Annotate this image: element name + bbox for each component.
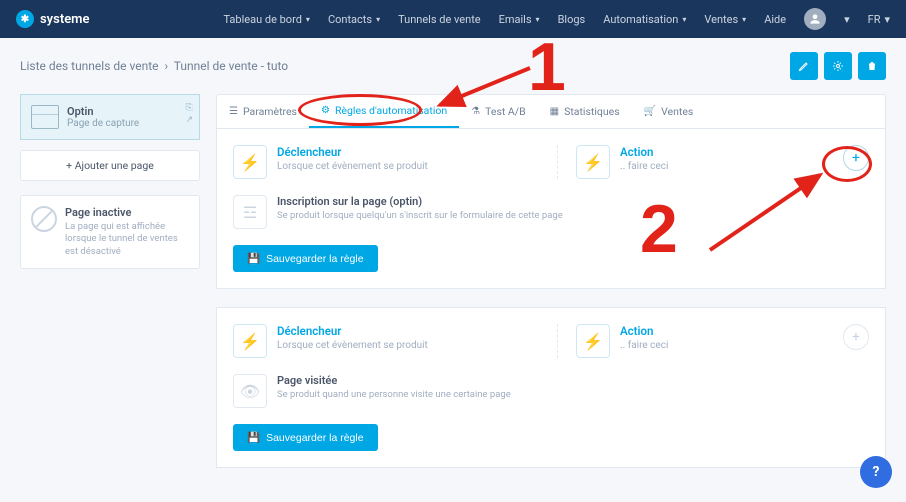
nav-contacts[interactable]: Contacts▾: [328, 13, 380, 26]
event-sub: Se produit quand une personne visite une…: [277, 389, 511, 400]
avatar[interactable]: [804, 8, 826, 30]
tab-sales[interactable]: 🛒Ventes: [632, 95, 706, 128]
action-sub: .. faire ceci: [620, 340, 668, 351]
help-fab[interactable]: ?: [860, 456, 892, 488]
tab-params[interactable]: ☰Paramètres: [217, 95, 309, 128]
add-action-button[interactable]: +: [843, 324, 869, 350]
action-section: ⚡ Action .. faire ceci +: [576, 145, 869, 179]
trigger-section: ⚡ Déclencheur Lorsque cet évènement se p…: [233, 145, 526, 179]
trigger-sub: Lorsque cet évènement se produit: [277, 161, 428, 172]
top-bar: ✱ systeme Tableau de bord▾ Contacts▾ Tun…: [0, 0, 906, 38]
link-icon[interactable]: ⎘: [185, 103, 193, 113]
event-sub: Se produit lorsque quelqu'un s'inscrit s…: [277, 210, 563, 221]
tab-stats[interactable]: ▦Statistiques: [538, 95, 632, 128]
inactive-page-card[interactable]: Page inactive La page qui est affichée l…: [20, 195, 200, 269]
rule-card-2: ⚡ Déclencheur Lorsque cet évènement se p…: [216, 307, 886, 468]
chevron-down-icon: ▾: [884, 13, 890, 26]
tab-test[interactable]: ⚗Test A/B: [459, 95, 537, 128]
action-section: ⚡ Action .. faire ceci +: [576, 324, 869, 358]
nav-sales[interactable]: Ventes▾: [704, 13, 746, 26]
rule-card-1: ⚡ Déclencheur Lorsque cet évènement se p…: [216, 129, 886, 289]
trigger-title: Déclencheur: [277, 145, 428, 159]
eye-icon: 👁: [233, 374, 267, 408]
breadcrumb: Liste des tunnels de vente › Tunnel de v…: [20, 59, 288, 73]
gears-icon: ⚙: [321, 105, 330, 116]
inactive-title: Page inactive: [65, 206, 189, 219]
logo[interactable]: ✱ systeme: [16, 10, 89, 28]
add-page-button[interactable]: + Ajouter une page: [20, 150, 200, 181]
funnel-step-optin[interactable]: Optin Page de capture ⎘ ↗: [20, 94, 200, 140]
edit-button[interactable]: [790, 52, 818, 80]
nav-funnels[interactable]: Tunnels de vente: [398, 13, 481, 26]
external-icon[interactable]: ↗: [185, 115, 193, 125]
envelope-icon: [31, 105, 59, 129]
save-icon: 💾: [247, 252, 260, 265]
step-subtitle: Page de capture: [67, 118, 139, 129]
bolt-icon: ⚡: [576, 324, 610, 358]
shop-button[interactable]: [858, 52, 886, 80]
trigger-title: Déclencheur: [277, 324, 428, 338]
chevron-down-icon: ▾: [376, 15, 380, 24]
nav-dashboard[interactable]: Tableau de bord▾: [223, 13, 309, 26]
separator: [544, 145, 558, 179]
action-title: Action: [620, 324, 668, 338]
main-panel: ☰Paramètres ⚙Règles d'automatisation ⚗Te…: [216, 94, 886, 486]
save-rule-button[interactable]: 💾 Sauvegarder la règle: [233, 424, 378, 451]
inactive-text: La page qui est affichée lorsque le tunn…: [65, 221, 189, 258]
trigger-event: ☲ Inscription sur la page (optin) Se pro…: [233, 195, 869, 229]
trigger-event: 👁 Page visitée Se produit quand une pers…: [233, 374, 869, 408]
nav-emails[interactable]: Emails▾: [499, 13, 540, 26]
step-title: Optin: [67, 105, 139, 118]
bolt-icon: ⚡: [233, 145, 267, 179]
subscribe-icon: ☲: [233, 195, 267, 229]
chevron-down-icon: ▾: [742, 15, 746, 24]
event-title: Page visitée: [277, 374, 511, 387]
add-action-button[interactable]: +: [843, 145, 869, 171]
chevron-down-icon: ▾: [682, 15, 686, 24]
tabs: ☰Paramètres ⚙Règles d'automatisation ⚗Te…: [216, 94, 886, 129]
action-title: Action: [620, 145, 668, 159]
action-sub: .. faire ceci: [620, 161, 668, 172]
user-icon: [808, 12, 822, 26]
settings-button[interactable]: [824, 52, 852, 80]
save-icon: 💾: [247, 431, 260, 444]
pencil-icon: [798, 60, 810, 72]
trigger-section: ⚡ Déclencheur Lorsque cet évènement se p…: [233, 324, 526, 358]
chevron-down-icon: ▾: [844, 13, 850, 26]
bag-icon: [866, 60, 878, 72]
nav-help[interactable]: Aide: [764, 13, 786, 26]
separator: [544, 324, 558, 358]
chevron-down-icon: ▾: [536, 15, 540, 24]
page-actions: [790, 52, 886, 80]
bolt-icon: ⚡: [233, 324, 267, 358]
save-rule-button[interactable]: 💾 Sauvegarder la règle: [233, 245, 378, 272]
main-nav: Tableau de bord▾ Contacts▾ Tunnels de ve…: [223, 8, 890, 30]
chevron-down-icon: ▾: [306, 15, 310, 24]
trigger-sub: Lorsque cet évènement se produit: [277, 340, 428, 351]
nav-blogs[interactable]: Blogs: [558, 13, 586, 26]
chart-icon: ▦: [550, 106, 559, 117]
breadcrumb-root[interactable]: Liste des tunnels de vente: [20, 59, 159, 73]
breadcrumb-current: Tunnel de vente - tuto: [174, 59, 288, 73]
tab-rules[interactable]: ⚙Règles d'automatisation: [309, 95, 459, 128]
forbidden-icon: [31, 206, 57, 232]
language-switch[interactable]: FR▾: [868, 13, 890, 26]
flask-icon: ⚗: [471, 106, 480, 117]
nav-automation[interactable]: Automatisation▾: [603, 13, 686, 26]
sliders-icon: ☰: [229, 106, 238, 117]
cart-icon: 🛒: [644, 106, 656, 117]
gear-icon: [832, 60, 844, 72]
brand-name: systeme: [40, 12, 89, 27]
bolt-icon: ⚡: [576, 145, 610, 179]
event-title: Inscription sur la page (optin): [277, 195, 563, 208]
sidebar: Optin Page de capture ⎘ ↗ + Ajouter une …: [20, 94, 200, 486]
gear-icon: ✱: [16, 10, 34, 28]
